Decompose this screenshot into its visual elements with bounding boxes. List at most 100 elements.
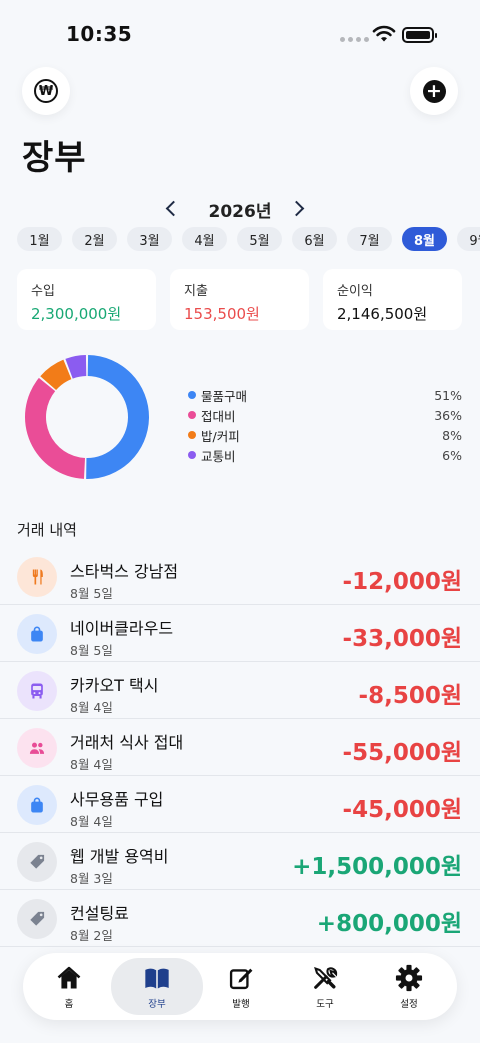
transaction-row[interactable]: 거래처 식사 접대 8월 4일 -55,000원 — [0, 719, 480, 776]
month-tab[interactable]: 8월 — [402, 227, 447, 251]
income-card: 수입 2,300,000원 — [17, 269, 156, 330]
category-icon — [17, 614, 57, 654]
tab-label: 홈 — [64, 998, 74, 1010]
transaction-name: 거래처 식사 접대 — [70, 733, 184, 752]
legend-item: 물품구매 51% — [188, 385, 462, 405]
month-tab[interactable]: 2월 — [72, 227, 117, 251]
tab-book[interactable]: 장부 — [111, 958, 203, 1015]
tab-tools[interactable]: 도구 — [279, 958, 371, 1015]
status-bar: 10:35 — [0, 0, 480, 70]
month-tab[interactable]: 4월 — [182, 227, 227, 251]
legend-percent: 51% — [434, 387, 462, 403]
expense-donut-chart — [25, 355, 149, 479]
tab-label: 도구 — [316, 998, 334, 1010]
legend-label: 물품구매 — [201, 388, 248, 404]
transaction-row[interactable]: 컨설팅료 8월 2일 +800,000원 — [0, 890, 480, 947]
page-title: 장부 — [22, 138, 87, 178]
home-icon — [57, 966, 81, 988]
transaction-date: 8월 5일 — [70, 643, 113, 658]
legend-percent: 8% — [442, 427, 462, 443]
legend-label: 접대비 — [201, 408, 236, 424]
transaction-name: 사무용품 구입 — [70, 790, 164, 809]
income-value: 2,300,000원 — [31, 305, 122, 323]
transaction-date: 8월 3일 — [70, 871, 113, 886]
transaction-date: 8월 5일 — [70, 586, 113, 601]
month-tab[interactable]: 5월 — [237, 227, 282, 251]
tab-edit[interactable]: 발행 — [195, 958, 287, 1015]
won-icon: ₩ — [34, 79, 58, 103]
legend-color-dot — [188, 451, 196, 459]
legend-color-dot — [188, 431, 196, 439]
month-tab[interactable]: 6월 — [292, 227, 337, 251]
donut-slice — [86, 355, 149, 479]
transaction-amount: -45,000원 — [342, 797, 462, 823]
transaction-amount: -55,000원 — [342, 740, 462, 766]
month-tabs: 1월 2월 3월 4월 5월 6월 7월 8월 9월 — [17, 227, 480, 251]
tab-label: 장부 — [148, 998, 166, 1010]
tab-home[interactable]: 홈 — [23, 958, 115, 1015]
income-label: 수입 — [31, 284, 55, 299]
transaction-name: 웹 개발 용역비 — [70, 847, 169, 866]
transactions-title: 거래 내역 — [17, 521, 77, 539]
transaction-date: 8월 4일 — [70, 757, 113, 772]
tab-gear[interactable]: 설정 — [363, 958, 455, 1015]
battery-icon — [402, 27, 437, 43]
transaction-row[interactable]: 카카오T 택시 8월 4일 -8,500원 — [0, 662, 480, 719]
legend-color-dot — [188, 391, 196, 399]
category-icon — [17, 671, 57, 711]
transaction-amount: -8,500원 — [358, 683, 462, 709]
transaction-list: 스타벅스 강남점 8월 5일 -12,000원 네이버클라우드 8월 5일 -33,000… — [0, 548, 480, 947]
legend-item: 밥/커피 8% — [188, 425, 462, 445]
edit-icon — [229, 968, 253, 989]
legend-item: 교통비 6% — [188, 445, 462, 465]
transaction-name: 카카오T 택시 — [70, 676, 159, 695]
gear-icon — [395, 964, 423, 991]
legend-percent: 6% — [442, 447, 462, 463]
net-profit-label: 순이익 — [337, 284, 373, 299]
bottom-tab-bar: 홈 장부 발행 도구 설정 — [23, 953, 457, 1020]
next-year-button[interactable] — [288, 195, 305, 220]
transaction-row[interactable]: 네이버클라우드 8월 5일 -33,000원 — [0, 605, 480, 662]
legend-label: 교통비 — [201, 448, 236, 464]
tab-label: 발행 — [232, 998, 250, 1010]
status-time: 10:35 — [66, 22, 133, 46]
wifi-icon — [372, 25, 396, 42]
category-icon — [17, 785, 57, 825]
summary-cards: 수입 2,300,000원 지출 153,500원 순이익 2,146,500원 — [17, 269, 462, 330]
expense-card: 지출 153,500원 — [170, 269, 309, 330]
book-icon — [145, 968, 169, 988]
currency-button[interactable]: ₩ — [22, 67, 70, 115]
transaction-row[interactable]: 웹 개발 용역비 8월 3일 +1,500,000원 — [0, 833, 480, 890]
category-icon — [17, 899, 57, 939]
tab-label: 설정 — [400, 998, 418, 1010]
transaction-row[interactable]: 사무용품 구입 8월 4일 -45,000원 — [0, 776, 480, 833]
transaction-date: 8월 4일 — [70, 700, 113, 715]
legend-color-dot — [188, 411, 196, 419]
month-tab[interactable]: 9월 — [457, 227, 480, 251]
people-icon — [29, 742, 45, 754]
transaction-name: 컨설팅료 — [70, 904, 129, 923]
category-icon — [17, 728, 57, 768]
category-icon — [17, 842, 57, 882]
shopping-bag-icon — [31, 797, 43, 813]
chevron-right-icon — [288, 200, 305, 217]
transaction-amount: -12,000원 — [342, 569, 462, 595]
transaction-name: 스타벅스 강남점 — [70, 562, 179, 581]
chart-legend: 물품구매 51% 접대비 36% 밥/커피 8% 교통비 6% — [188, 385, 462, 465]
category-icon — [17, 557, 57, 597]
transaction-row[interactable]: 스타벅스 강남점 8월 5일 -12,000원 — [0, 548, 480, 605]
transaction-amount: -33,000원 — [342, 626, 462, 652]
month-tab[interactable]: 3월 — [127, 227, 172, 251]
shopping-bag-icon — [31, 626, 43, 642]
tag-icon — [30, 854, 45, 869]
add-transaction-button[interactable]: + — [410, 67, 458, 115]
month-tab[interactable]: 1월 — [17, 227, 62, 251]
net-profit-card: 순이익 2,146,500원 — [323, 269, 462, 330]
net-profit-value: 2,146,500원 — [337, 305, 428, 323]
year-selector: 2026년 — [0, 192, 480, 222]
fork-knife-icon — [32, 569, 43, 585]
legend-item: 접대비 36% — [188, 405, 462, 425]
transaction-amount: +1,500,000원 — [292, 854, 462, 880]
month-tab[interactable]: 7월 — [347, 227, 392, 251]
legend-label: 밥/커피 — [201, 428, 240, 444]
